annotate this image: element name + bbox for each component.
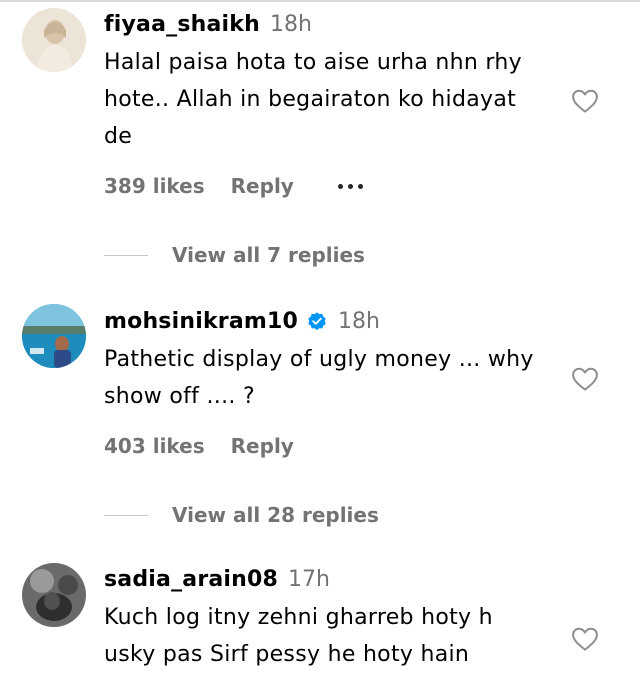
comment-text: Pathetic display of ugly money ... why s… [104, 347, 534, 409]
comment-meta: 403 likes Reply [104, 434, 294, 458]
view-replies-button[interactable]: View all 7 replies [104, 243, 365, 267]
avatar[interactable] [22, 304, 86, 368]
timestamp: 18h [338, 309, 380, 334]
comment-header: mohsinikram10 18h [104, 309, 380, 334]
view-replies-label: View all 7 replies [172, 243, 365, 267]
more-options-icon[interactable] [337, 183, 363, 189]
comment-header: fiyaa_shaikh 18h [104, 12, 312, 37]
username[interactable]: sadia_arain08 [104, 567, 278, 592]
view-replies-button[interactable]: View all 28 replies [104, 503, 379, 527]
comment-text: Kuch log itny zehni gharreb hoty h usky … [104, 605, 493, 667]
username[interactable]: mohsinikram10 [104, 309, 298, 334]
reply-button[interactable]: Reply [231, 174, 294, 198]
timestamp: 17h [288, 567, 330, 592]
view-replies-label: View all 28 replies [172, 503, 379, 527]
comment-text: Halal paisa hota to aise urha nhn rhy ho… [104, 50, 522, 149]
verified-badge-icon [308, 311, 326, 330]
heart-outline-icon[interactable] [569, 624, 601, 654]
heart-outline-icon[interactable] [569, 86, 601, 116]
like-count[interactable]: 389 likes [104, 174, 205, 198]
avatar[interactable] [22, 563, 86, 627]
comment-header: sadia_arain08 17h [104, 567, 330, 592]
timestamp: 18h [269, 12, 312, 37]
heart-outline-icon[interactable] [569, 364, 601, 394]
username[interactable]: fiyaa_shaikh [104, 12, 260, 37]
replies-divider-line [104, 514, 148, 516]
avatar[interactable] [22, 8, 86, 72]
top-divider [0, 0, 640, 2]
comment-meta: 389 likes Reply [104, 174, 363, 198]
replies-divider-line [104, 254, 148, 256]
like-count[interactable]: 403 likes [104, 434, 205, 458]
reply-button[interactable]: Reply [231, 434, 294, 458]
